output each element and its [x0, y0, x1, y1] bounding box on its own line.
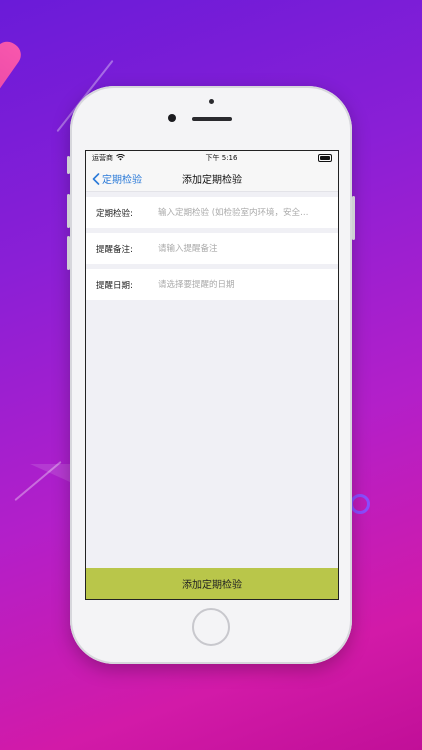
home-button[interactable]	[192, 608, 230, 646]
ring-shape	[350, 494, 370, 514]
reminder-date-label: 提醒日期:	[96, 280, 133, 291]
reminder-note-label: 提醒备注:	[96, 244, 133, 255]
reminder-note-row: 提醒备注:	[86, 233, 338, 264]
volume-down-button	[67, 236, 70, 270]
navigation-bar: 定期检验 添加定期检验	[86, 165, 338, 192]
app-screen: 运营商 下午 5:16 定期检验 添加定期检验 定期检验: 输入定期检验 (如检…	[85, 150, 339, 600]
phone-frame: 运营商 下午 5:16 定期检验 添加定期检验 定期检验: 输入定期检验 (如检…	[67, 86, 355, 664]
back-button[interactable]: 定期检验	[92, 171, 142, 186]
status-left: 运营商	[92, 153, 125, 163]
volume-up-button	[67, 194, 70, 228]
battery-icon	[317, 154, 332, 162]
reminder-date-input[interactable]	[156, 278, 328, 291]
reminder-note-input[interactable]	[156, 242, 328, 255]
back-label: 定期检验	[102, 175, 142, 186]
reminder-date-row: 提醒日期:	[86, 269, 338, 300]
chevron-left-icon	[92, 172, 100, 185]
inspection-row: 定期检验:	[86, 197, 338, 228]
add-inspection-button[interactable]: 添加定期检验	[86, 568, 338, 599]
wifi-icon	[116, 153, 125, 163]
carrier-label: 运营商	[92, 154, 113, 162]
status-bar: 运营商 下午 5:16	[86, 151, 338, 165]
inspection-label: 定期检验:	[96, 208, 133, 219]
light-line	[14, 460, 62, 502]
proximity-sensor	[209, 99, 214, 104]
earpiece-speaker	[192, 117, 232, 121]
power-button	[352, 196, 355, 240]
pink-streak	[0, 37, 26, 183]
status-time: 下午 5:16	[205, 154, 238, 162]
mute-switch	[67, 156, 70, 174]
inspection-input[interactable]	[156, 206, 328, 219]
add-inspection-form: 定期检验: 提醒备注: 提醒日期:	[86, 197, 338, 300]
front-camera	[168, 114, 176, 122]
